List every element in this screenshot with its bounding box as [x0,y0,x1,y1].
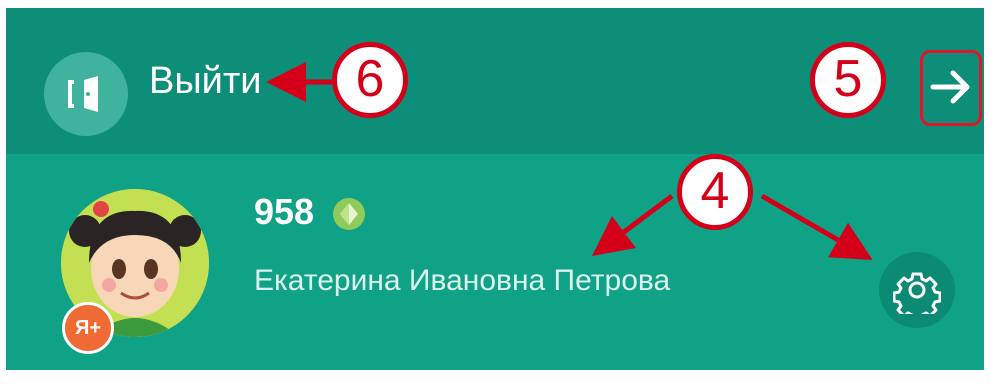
points-count: 958 [254,191,315,232]
gem-icon [333,198,365,230]
logout-label[interactable]: Выйти [149,62,262,100]
callout-4: 4 [677,154,753,230]
logout-button[interactable] [44,52,128,136]
gear-icon [893,272,941,314]
profile-section: Я+ 958 Екатерина Ивановна Петрова [6,154,984,370]
arrow-right-icon [930,70,970,104]
callout-6: 6 [332,42,408,118]
settings-button[interactable] [879,252,955,328]
plus-badge: Я+ [62,302,114,354]
door-exit-icon [68,76,98,112]
callout-5: 5 [810,42,886,118]
exit-button[interactable] [920,50,982,126]
user-full-name: Екатерина Ивановна Петрова [254,264,671,297]
